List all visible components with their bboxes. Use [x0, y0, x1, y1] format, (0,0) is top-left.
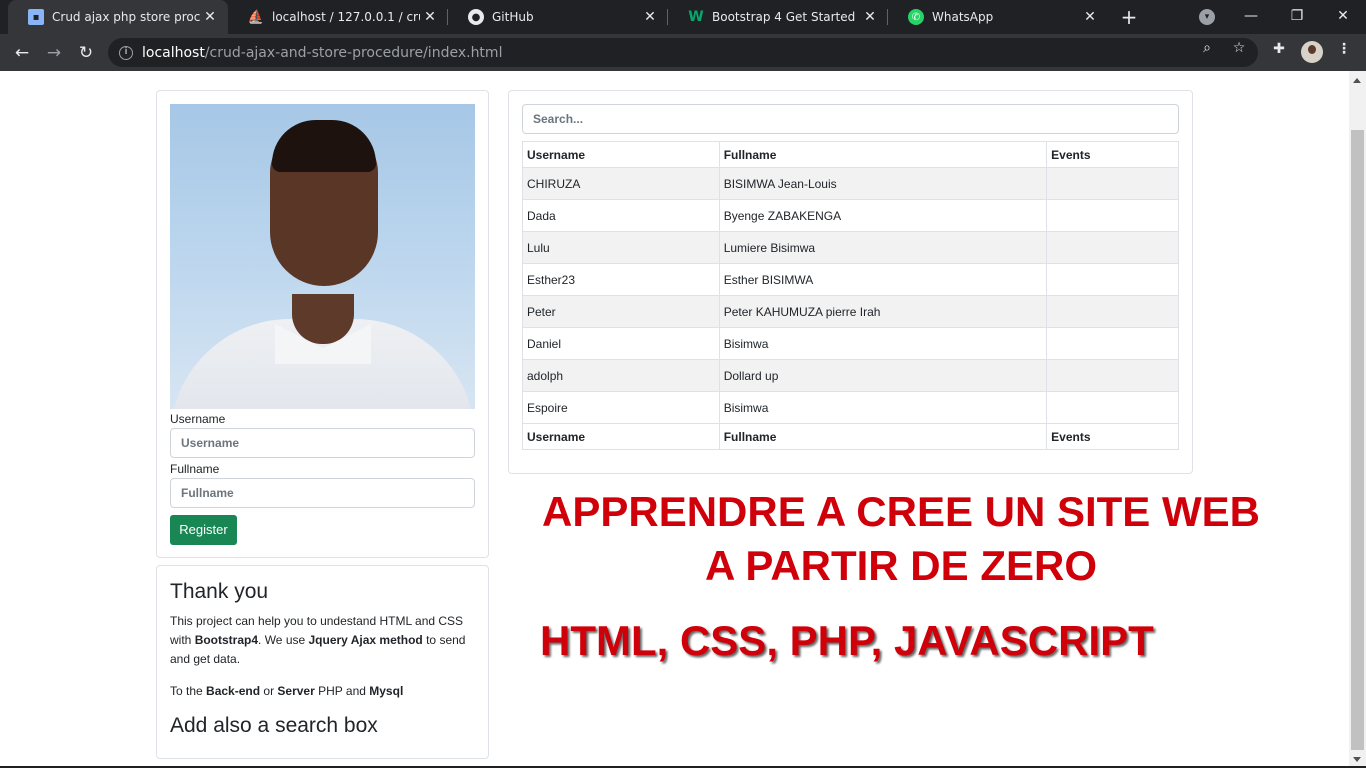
cell-username: CHIRUZA: [522, 167, 720, 200]
info-paragraph-2: To the Back-end or Server PHP and Mysql: [170, 684, 404, 698]
tab-github[interactable]: ● GitHub ✕: [448, 0, 668, 34]
bookmark-star-icon[interactable]: ☆: [1229, 40, 1249, 56]
table-row[interactable]: Lulu Lumiere Bisimwa: [522, 231, 1179, 264]
site-info-icon[interactable]: i: [119, 45, 133, 60]
profile-photo: [170, 104, 475, 409]
cell-fullname: Bisimwa: [718, 327, 1048, 360]
users-table: Username Fullname Events CHIRUZA BISIMWA …: [522, 141, 1179, 450]
table-row[interactable]: CHIRUZA BISIMWA Jean-Louis: [522, 167, 1179, 200]
tab-title: WhatsApp: [932, 10, 994, 24]
promo-headline-line1: APPRENDRE A CREE UN SITE WEB: [542, 488, 1260, 535]
tab-title: Bootstrap 4 Get Started: [712, 10, 856, 24]
info-title: Thank you: [170, 580, 269, 603]
column-footer: Events: [1046, 423, 1179, 450]
back-arrow-icon[interactable]: ←: [10, 41, 34, 65]
cell-fullname: Lumiere Bisimwa: [718, 231, 1048, 264]
promo-technologies: HTML, CSS, PHP, JAVASCRIPT: [540, 617, 1154, 664]
tab-title: GitHub: [492, 10, 534, 24]
scroll-up-icon[interactable]: [1353, 78, 1361, 83]
cell-fullname: Byenge ZABAKENGA: [718, 199, 1048, 232]
cell-username: Dada: [522, 199, 720, 232]
register-button[interactable]: Register: [170, 515, 237, 545]
address-bar[interactable]: i localhost/crud-ajax-and-store-procedur…: [108, 38, 1258, 67]
table-row[interactable]: Daniel Bisimwa: [522, 327, 1179, 360]
scroll-down-icon[interactable]: [1353, 757, 1361, 762]
table-row[interactable]: Esther23 Esther BISIMWA: [522, 263, 1179, 296]
tab-whatsapp[interactable]: ✆ WhatsApp ✕: [888, 0, 1108, 34]
cell-fullname: Dollard up: [718, 359, 1048, 392]
cell-events: [1046, 263, 1179, 296]
restore-icon[interactable]: ❐: [1274, 0, 1320, 34]
close-tab-icon[interactable]: ✕: [1080, 9, 1100, 25]
fullname-input[interactable]: Fullname: [170, 478, 475, 508]
profile-avatar[interactable]: [1301, 41, 1323, 63]
column-header: Fullname: [718, 141, 1048, 168]
phpmyadmin-icon: ⛵: [247, 9, 265, 25]
menu-dots-icon[interactable]: ⋮: [1333, 41, 1355, 57]
close-tab-icon[interactable]: ✕: [200, 9, 220, 25]
column-header: Events: [1046, 141, 1179, 168]
close-tab-icon[interactable]: ✕: [420, 9, 440, 25]
tab-title: Crud ajax php store procedure: [52, 10, 200, 24]
close-tab-icon[interactable]: ✕: [640, 9, 660, 25]
search-input[interactable]: Search...: [522, 104, 1179, 134]
cell-fullname: BISIMWA Jean-Louis: [718, 167, 1048, 200]
scrollbar-thumb[interactable]: [1351, 130, 1364, 750]
cell-username: Daniel: [522, 327, 720, 360]
close-tab-icon[interactable]: ✕: [860, 9, 880, 25]
promo-headline-line2: A PARTIR DE ZERO: [704, 542, 1097, 589]
cell-events: [1046, 231, 1179, 264]
cell-events: [1046, 359, 1179, 392]
tab-title: localhost / 127.0.0.1 / crudajax: [272, 10, 420, 24]
browser-toolbar: ← → ↻ i localhost/crud-ajax-and-store-pr…: [0, 34, 1366, 71]
new-tab-icon[interactable]: +: [1118, 6, 1140, 28]
fullname-label: Fullname: [170, 462, 220, 476]
whatsapp-icon: ✆: [908, 9, 924, 25]
cell-events: [1046, 295, 1179, 328]
tab-strip: ▪ Crud ajax php store procedure ✕ ⛵ loca…: [0, 0, 1366, 34]
tab-phpmyadmin[interactable]: ⛵ localhost / 127.0.0.1 / crudajax ✕: [228, 0, 448, 34]
tab-bootstrap[interactable]: W Bootstrap 4 Get Started ✕: [668, 0, 888, 34]
cell-events: [1046, 199, 1179, 232]
url-host: localhost: [142, 44, 205, 61]
table-row[interactable]: Espoire Bisimwa: [522, 391, 1179, 424]
tab-crud-ajax[interactable]: ▪ Crud ajax php store procedure ✕: [8, 0, 228, 34]
cell-username: Espoire: [522, 391, 720, 424]
cell-username: Peter: [522, 295, 720, 328]
extensions-icon[interactable]: ✚: [1268, 41, 1290, 57]
table-footer-row: Username Fullname Events: [522, 423, 1179, 450]
reload-icon[interactable]: ↻: [74, 41, 98, 65]
cell-username: Lulu: [522, 231, 720, 264]
minimize-icon[interactable]: —: [1228, 0, 1274, 34]
close-window-icon[interactable]: ✕: [1320, 0, 1366, 34]
column-footer: Fullname: [718, 423, 1048, 450]
username-label: Username: [170, 412, 226, 426]
table-row[interactable]: adolph Dollard up: [522, 359, 1179, 392]
column-footer: Username: [522, 423, 720, 450]
username-input[interactable]: Username: [170, 428, 475, 458]
w3schools-icon: W: [688, 9, 704, 25]
table-row[interactable]: Dada Byenge ZABAKENGA: [522, 199, 1179, 232]
page-favicon-icon: ▪: [28, 9, 44, 25]
cell-username: Esther23: [522, 263, 720, 296]
url-path: /crud-ajax-and-store-procedure/index.htm…: [204, 44, 503, 61]
cell-fullname: Bisimwa: [718, 391, 1048, 424]
github-icon: ●: [468, 9, 484, 25]
tab-search-icon[interactable]: ▾: [1199, 9, 1215, 25]
cell-events: [1046, 167, 1179, 200]
zoom-icon[interactable]: ⌕: [1197, 40, 1217, 56]
info-subtitle: Add also a search box: [170, 714, 378, 737]
info-paragraph-1: This project can help you to undestand H…: [170, 614, 466, 666]
table-row[interactable]: Peter Peter KAHUMUZA pierre Irah: [522, 295, 1179, 328]
column-header: Username: [522, 141, 720, 168]
forward-arrow-icon[interactable]: →: [42, 41, 66, 65]
cell-fullname: Peter KAHUMUZA pierre Irah: [718, 295, 1048, 328]
cell-username: adolph: [522, 359, 720, 392]
cell-events: [1046, 327, 1179, 360]
cell-fullname: Esther BISIMWA: [718, 263, 1048, 296]
cell-events: [1046, 391, 1179, 424]
table-header-row: Username Fullname Events: [522, 141, 1179, 168]
